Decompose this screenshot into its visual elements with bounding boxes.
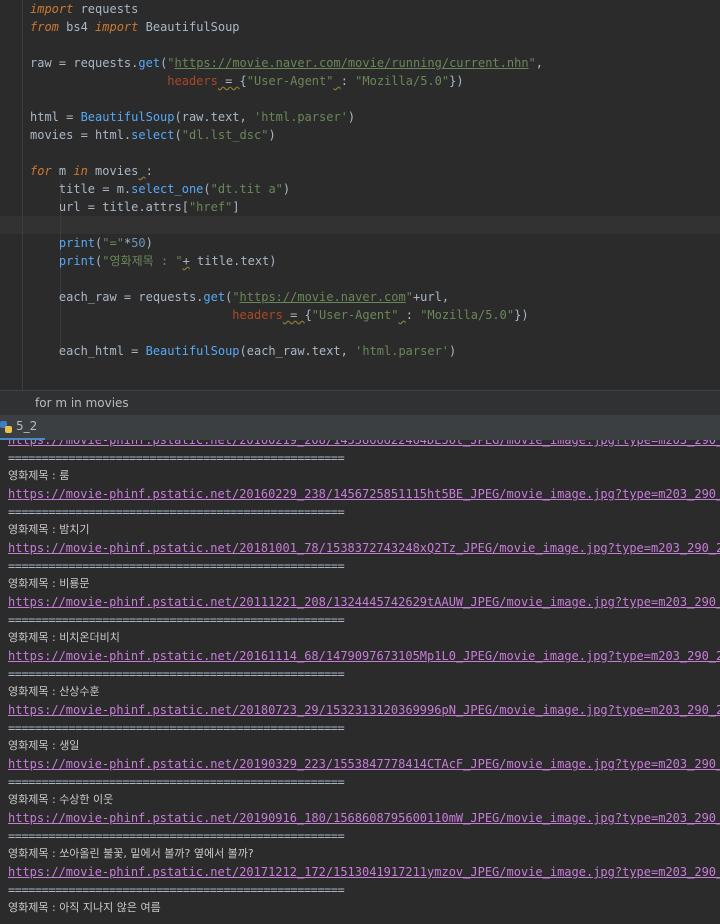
- console-movie-title: 영화제목 : 룸: [8, 467, 69, 485]
- title-prefix: 영화제목 :: [8, 523, 60, 536]
- movie-title-text: 생일: [59, 739, 80, 752]
- movie-title-text: 비치온더비치: [59, 631, 120, 644]
- movie-title-text: 비룡문: [59, 577, 90, 590]
- movie-title-text: 아직 지나지 않은 여름: [59, 901, 161, 914]
- console-separator: ========================================…: [8, 451, 345, 465]
- console-movie-title: 영화제목 : 수상한 이웃: [8, 791, 113, 809]
- code-line: html = BeautifulSoup(raw.text, 'html.par…: [30, 110, 356, 124]
- console-movie-title: 영화제목 : 밤치기: [8, 521, 90, 539]
- console-movie-title: 영화제목 : 비룡문: [8, 575, 90, 593]
- run-tab[interactable]: 5_2: [0, 415, 46, 440]
- console-separator: ========================================…: [8, 559, 345, 573]
- console-separator: ========================================…: [8, 505, 345, 519]
- code-line: from bs4 import BeautifulSoup: [30, 20, 240, 34]
- console-link[interactable]: https://movie-phinf.pstatic.net/20180723…: [8, 701, 720, 719]
- console-link[interactable]: https://movie-phinf.pstatic.net/20160219…: [8, 440, 720, 449]
- code-line: headers = {"User-Agent" : "Mozilla/5.0"}…: [232, 308, 529, 322]
- console-link[interactable]: https://movie-phinf.pstatic.net/20171212…: [8, 863, 720, 881]
- code-line: print("영화제목 : "+ title.text): [58, 254, 277, 268]
- code-line: url = title.attrs["href"]: [30, 200, 240, 214]
- title-prefix: 영화제목 :: [8, 577, 60, 590]
- console-movie-title: 영화제목 : 생일: [8, 737, 79, 755]
- console-separator: ========================================…: [8, 883, 345, 897]
- breadcrumb[interactable]: for m in movies: [0, 390, 720, 414]
- run-tool-window-header: 5_2: [0, 414, 720, 440]
- console-movie-title: 영화제목 : 산상수훈: [8, 683, 100, 701]
- console-separator: ========================================…: [8, 721, 345, 735]
- movie-title-text: 쏘아올린 불꽃, 밑에서 볼까? 옆에서 볼까?: [59, 847, 254, 860]
- console-separator: ========================================…: [8, 829, 345, 843]
- code-line: each_raw = requests.get("https://movie.n…: [30, 290, 450, 304]
- code-line: import requests: [30, 2, 139, 16]
- movie-title-text: 수상한 이웃: [59, 793, 114, 806]
- gutter-divider: [22, 0, 23, 390]
- code-line: raw = requests.get("https://movie.naver.…: [30, 56, 544, 70]
- code-line: print("="*50): [58, 236, 153, 250]
- run-tab-label: 5_2: [16, 419, 38, 433]
- breadcrumb-item[interactable]: for m in movies: [35, 396, 129, 410]
- console-movie-title: 영화제목 : 비치온더비치: [8, 629, 120, 647]
- title-prefix: 영화제목 :: [8, 631, 60, 644]
- current-line-highlight: [0, 216, 720, 234]
- console-link[interactable]: https://movie-phinf.pstatic.net/20181001…: [8, 539, 720, 557]
- console-output[interactable]: https://movie-phinf.pstatic.net/20160219…: [0, 440, 720, 924]
- title-prefix: 영화제목 :: [8, 469, 60, 482]
- console-separator: ========================================…: [8, 775, 345, 789]
- movie-title-text: 산상수훈: [59, 685, 100, 698]
- movie-title-text: 밤치기: [59, 523, 90, 536]
- console-movie-title: 영화제목 : 쏘아올린 불꽃, 밑에서 볼까? 옆에서 볼까?: [8, 845, 254, 863]
- title-prefix: 영화제목 :: [8, 847, 60, 860]
- title-prefix: 영화제목 :: [8, 901, 60, 914]
- code-line: for m in movies :: [30, 164, 153, 178]
- code-line: headers = {"User-Agent" : "Mozilla/5.0"}…: [167, 74, 464, 88]
- console-link[interactable]: https://movie-phinf.pstatic.net/20161114…: [8, 647, 720, 665]
- console-link[interactable]: https://movie-phinf.pstatic.net/20190916…: [8, 809, 720, 827]
- code-line: movies = html.select("dl.lst_dsc"): [30, 128, 276, 142]
- console-separator: ========================================…: [8, 613, 345, 627]
- title-prefix: 영화제목 :: [8, 793, 60, 806]
- title-prefix: 영화제목 :: [8, 685, 60, 698]
- code-line: each_html = BeautifulSoup(each_raw.text,…: [30, 344, 457, 358]
- console-link[interactable]: https://movie-phinf.pstatic.net/20111221…: [8, 593, 720, 611]
- python-icon: [0, 420, 12, 433]
- console-link[interactable]: https://movie-phinf.pstatic.net/20190329…: [8, 755, 720, 773]
- console-separator: ========================================…: [8, 667, 345, 681]
- movie-title-text: 룸: [59, 469, 70, 482]
- code-line: title = m.select_one("dt.tit a"): [30, 182, 291, 196]
- console-movie-title: 영화제목 : 아직 지나지 않은 여름: [8, 899, 161, 917]
- console-link[interactable]: https://movie-phinf.pstatic.net/20160229…: [8, 485, 720, 503]
- title-prefix: 영화제목 :: [8, 739, 60, 752]
- code-editor[interactable]: import requests from bs4 import Beautifu…: [0, 0, 720, 390]
